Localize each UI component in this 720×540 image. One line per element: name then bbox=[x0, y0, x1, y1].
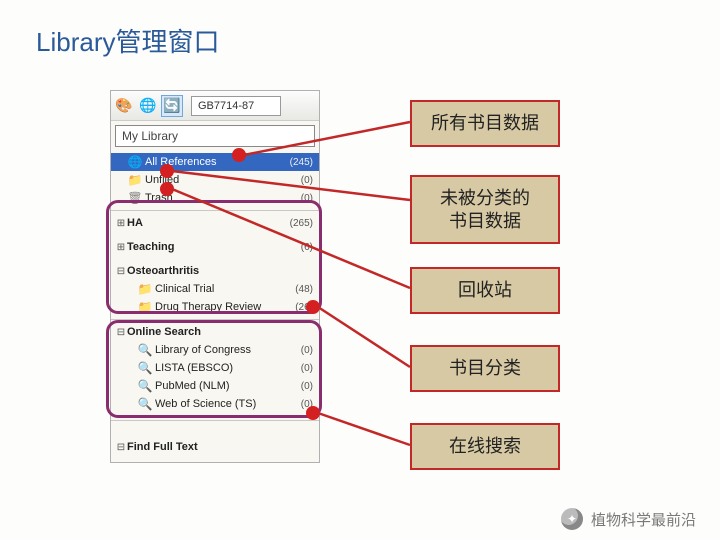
tree-online-wos[interactable]: 🔍 Web of Science (TS) (0) bbox=[111, 395, 319, 413]
tree-item-label: Drug Therapy Review bbox=[155, 301, 291, 313]
tree-item-count: (265) bbox=[286, 218, 313, 229]
tree-item-label: LISTA (EBSCO) bbox=[155, 362, 297, 374]
trash-icon: 🗑 bbox=[127, 191, 143, 205]
library-panel: 🎨 🌐 🔄 GB7714-87 My Library 🌐 All Referen… bbox=[110, 90, 320, 463]
expand-icon[interactable]: ⊞ bbox=[115, 218, 127, 229]
tree-item-count: (0) bbox=[297, 193, 313, 204]
tree-subitem-clinical[interactable]: 📁 Clinical Trial (48) bbox=[111, 280, 319, 298]
folder-icon: 📁 bbox=[137, 282, 153, 296]
tree-item-count: (26) bbox=[291, 302, 313, 313]
folder-icon: 📁 bbox=[127, 173, 143, 187]
folder-icon: 📁 bbox=[137, 300, 153, 314]
tree-item-count: (0) bbox=[297, 399, 313, 410]
tree-item-label: Web of Science (TS) bbox=[155, 398, 297, 410]
tree-item-count: (0) bbox=[297, 363, 313, 374]
annotation-groups: 书目分类 bbox=[410, 345, 560, 392]
tree-item-count: (48) bbox=[291, 284, 313, 295]
tree-item-label: Osteoarthritis bbox=[127, 265, 313, 277]
tree-item-count: (0) bbox=[297, 175, 313, 186]
toolbar-globe-icon[interactable]: 🌐 bbox=[137, 95, 159, 117]
tree-item-count: (0) bbox=[297, 381, 313, 392]
tree-subitem-drug[interactable]: 📁 Drug Therapy Review (26) bbox=[111, 298, 319, 316]
tree-trash[interactable]: 🗑 Trash (0) bbox=[111, 189, 319, 207]
tree-item-label: Trash bbox=[145, 192, 297, 204]
tree-all-references[interactable]: 🌐 All References (245) bbox=[111, 153, 319, 171]
separator bbox=[111, 210, 319, 211]
search-icon: 🔍 bbox=[137, 343, 153, 357]
search-icon: 🔍 bbox=[137, 361, 153, 375]
tree-online-loc[interactable]: 🔍 Library of Congress (0) bbox=[111, 341, 319, 359]
tree-item-label: Teaching bbox=[127, 241, 297, 253]
tree-item-label: HA bbox=[127, 217, 286, 229]
globe-icon: 🌐 bbox=[127, 155, 143, 169]
tree-item-count: (6) bbox=[297, 242, 313, 253]
tree-group-ha[interactable]: ⊞ HA (265) bbox=[111, 214, 319, 232]
wechat-icon: ✦ bbox=[561, 508, 583, 530]
separator bbox=[111, 319, 319, 320]
tree-group-osteo[interactable]: ⊟ Osteoarthritis bbox=[111, 262, 319, 280]
annotation-trash: 回收站 bbox=[410, 267, 560, 314]
search-icon: 🔍 bbox=[137, 397, 153, 411]
toolbar-sync-icon[interactable]: 🔄 bbox=[161, 95, 183, 117]
watermark: ✦ 植物科学最前沿 bbox=[561, 508, 696, 530]
expand-icon[interactable]: ⊞ bbox=[115, 242, 127, 253]
connector-lines bbox=[0, 0, 720, 540]
tree-online-pubmed[interactable]: 🔍 PubMed (NLM) (0) bbox=[111, 377, 319, 395]
tree-item-label: Library of Congress bbox=[155, 344, 297, 356]
search-icon: 🔍 bbox=[137, 379, 153, 393]
tree-unfiled[interactable]: 📁 Unfiled (0) bbox=[111, 171, 319, 189]
toolbar-cube-icon[interactable]: 🎨 bbox=[113, 95, 135, 117]
tree-item-count: (0) bbox=[297, 345, 313, 356]
tree-online-search[interactable]: ⊟ Online Search bbox=[111, 323, 319, 341]
annotation-unfiled: 未被分类的 书目数据 bbox=[410, 175, 560, 244]
toolbar: 🎨 🌐 🔄 GB7714-87 bbox=[111, 91, 319, 121]
tree-item-label: PubMed (NLM) bbox=[155, 380, 297, 392]
annotation-online: 在线搜索 bbox=[410, 423, 560, 470]
collapse-icon[interactable]: ⊟ bbox=[115, 327, 127, 338]
separator bbox=[111, 420, 319, 421]
page-title: Library管理窗口 bbox=[36, 22, 219, 59]
tree-item-label: Clinical Trial bbox=[155, 283, 291, 295]
library-tree: 🌐 All References (245) 📁 Unfiled (0) 🗑 T… bbox=[111, 151, 319, 462]
tree-group-teaching[interactable]: ⊞ Teaching (6) bbox=[111, 238, 319, 256]
collapse-icon[interactable]: ⊟ bbox=[115, 266, 127, 277]
tree-item-count: (245) bbox=[286, 157, 313, 168]
tree-online-lista[interactable]: 🔍 LISTA (EBSCO) (0) bbox=[111, 359, 319, 377]
annotation-all: 所有书目数据 bbox=[410, 100, 560, 147]
tree-item-label: Unfiled bbox=[145, 174, 297, 186]
style-selector[interactable]: GB7714-87 bbox=[191, 96, 281, 116]
tree-find-full-text[interactable]: ⊟ Find Full Text bbox=[111, 438, 319, 456]
my-library-header[interactable]: My Library bbox=[115, 125, 315, 147]
collapse-icon[interactable]: ⊟ bbox=[115, 442, 127, 453]
tree-item-label: All References bbox=[145, 156, 286, 168]
tree-item-label: Find Full Text bbox=[127, 441, 313, 453]
tree-item-label: Online Search bbox=[127, 326, 313, 338]
watermark-text: 植物科学最前沿 bbox=[591, 509, 696, 530]
